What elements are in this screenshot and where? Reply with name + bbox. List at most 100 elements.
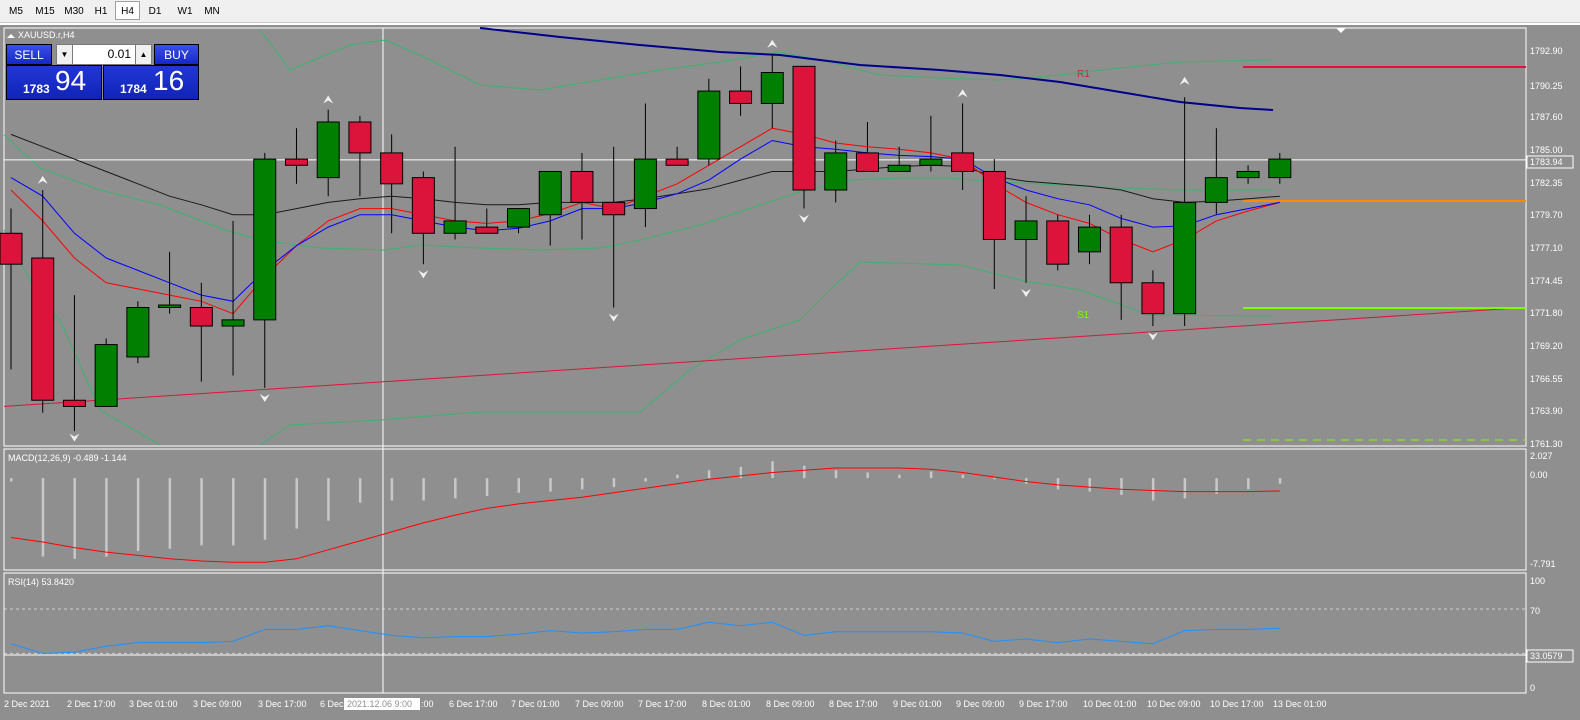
fractal-up-icon: [1179, 76, 1190, 85]
macd-histogram-bar: [390, 478, 394, 501]
bear-candle: [665, 158, 689, 166]
macd-label: MACD(12,26,9) -0.489 -1.144: [8, 453, 127, 463]
fractal-down-icon: [608, 313, 619, 322]
bull-candle: [1173, 201, 1197, 315]
time-label: 3 Dec 01:00: [129, 699, 178, 709]
bull-candle: [94, 344, 118, 407]
macd-histogram-bar: [612, 478, 616, 488]
macd-histogram-bar: [454, 478, 457, 499]
time-label: 8 Dec 01:00: [702, 699, 751, 709]
axis-tick: 1766.55: [1530, 374, 1563, 384]
time-label: 2 Dec 17:00: [67, 699, 116, 709]
crosshair-time-suffix: :00: [421, 699, 434, 709]
time-label: 7 Dec 09:00: [575, 699, 624, 709]
axis-tick: 1763.90: [1530, 406, 1563, 416]
macd-histogram-bar: [358, 478, 362, 503]
bear-candle: [189, 306, 213, 327]
rsi-axis-tick: 70: [1530, 606, 1540, 616]
axis-tick: 1769.20: [1530, 341, 1563, 351]
axis-tick: 1777.10: [1530, 243, 1563, 253]
rsi-axis-tick: 33.0579: [1530, 651, 1563, 661]
rsi-pane-frame: [3, 572, 1527, 694]
rsi-axis-tick: 100: [1530, 576, 1545, 586]
sell-price-box[interactable]: 1783 94: [6, 65, 102, 100]
buy-button[interactable]: BUY: [154, 44, 199, 65]
macd-histogram-bar: [1120, 478, 1123, 495]
one-click-trading-panel: SELL ▼ 0.01 ▲ BUY 1783 94 1784 16: [6, 44, 199, 100]
fractal-down-icon: [69, 433, 80, 442]
macd-histogram-bar: [1056, 478, 1060, 490]
lot-size-input[interactable]: 0.01: [72, 44, 136, 65]
bear-candle: [729, 90, 753, 104]
bear-candle: [1046, 220, 1070, 265]
axis-tick: 1792.90: [1530, 46, 1563, 56]
axis-tick: 1774.45: [1530, 276, 1563, 286]
macd-histogram-bar: [136, 478, 140, 551]
chart-shift-icon[interactable]: [1336, 28, 1346, 33]
bull-candle: [887, 164, 911, 172]
bull-candle: [1268, 158, 1292, 179]
bull-candle: [158, 304, 182, 308]
macd-histogram-bar: [961, 474, 965, 479]
macd-histogram-bar: [485, 478, 489, 497]
bear-candle: [284, 158, 308, 166]
time-label: 9 Dec 17:00: [1019, 699, 1068, 709]
pivot-r1-label: R1: [1077, 69, 1090, 80]
macd-histogram-bar: [580, 478, 584, 490]
fractal-up-icon: [37, 175, 48, 184]
macd-histogram-bar: [866, 472, 869, 479]
macd-histogram-bar: [41, 478, 45, 557]
fractal-up-icon: [767, 39, 778, 48]
bear-candle: [570, 170, 594, 203]
bear-candle: [411, 177, 435, 234]
macd-histogram-bar: [644, 478, 647, 482]
bear-candle: [602, 201, 626, 216]
macd-histogram-bar: [232, 478, 235, 546]
macd-histogram-bar: [1183, 478, 1187, 499]
axis-tick: 1787.60: [1530, 112, 1563, 122]
sell-price-pips: 94: [55, 65, 87, 96]
macd-histogram-bar: [327, 478, 330, 521]
bear-candle: [1109, 226, 1133, 284]
macd-histogram-bar: [200, 478, 203, 546]
macd-histogram-bar: [105, 478, 108, 557]
sell-button[interactable]: SELL: [6, 44, 52, 65]
axis-tick: 1782.35: [1530, 178, 1563, 188]
bull-candle: [316, 121, 340, 179]
time-label: 6 Dec 17:00: [449, 699, 498, 709]
bear-candle: [855, 152, 879, 172]
macd-histogram-bar: [422, 478, 425, 501]
macd-histogram-bar: [1088, 478, 1091, 492]
bull-candle: [253, 158, 277, 321]
macd-histogram-bar: [771, 461, 774, 479]
macd-histogram-bar: [834, 470, 838, 479]
macd-histogram-bar: [549, 478, 552, 492]
buy-price-box[interactable]: 1784 16: [103, 65, 199, 100]
bull-candle: [919, 158, 943, 166]
macd-histogram-bar: [263, 478, 267, 540]
bear-candle: [475, 226, 499, 234]
macd-histogram-bar: [803, 465, 806, 479]
bear-candle: [982, 170, 1006, 240]
price-chart[interactable]: XAUUSD.r,H4 MACD(12,26,9) -0.489 -1.144 …: [0, 0, 1580, 720]
axis-tick: 1761.30: [1530, 439, 1563, 449]
time-label: 2 Dec 2021: [4, 699, 50, 709]
macd-histogram-bar: [1247, 478, 1250, 490]
time-label: 3 Dec 09:00: [193, 699, 242, 709]
macd-histogram-bar: [676, 474, 679, 479]
bull-candle: [824, 152, 848, 191]
bear-candle: [792, 65, 816, 191]
collapse-icon[interactable]: [7, 34, 15, 38]
bull-candle: [1204, 177, 1228, 203]
bear-candle: [62, 399, 86, 407]
lot-increase-button[interactable]: ▲: [135, 44, 152, 65]
macd-histogram-bar: [929, 471, 933, 479]
bull-candle: [1077, 226, 1101, 253]
bull-candle: [126, 306, 150, 358]
lot-decrease-button[interactable]: ▼: [56, 44, 73, 65]
macd-histogram-bar: [517, 478, 521, 493]
macd-axis-tick: -7.791: [1530, 559, 1556, 569]
axis-tick: 1779.70: [1530, 210, 1563, 220]
slow-ma-line: [479, 27, 1274, 111]
axis-tick: 1790.25: [1530, 81, 1563, 91]
